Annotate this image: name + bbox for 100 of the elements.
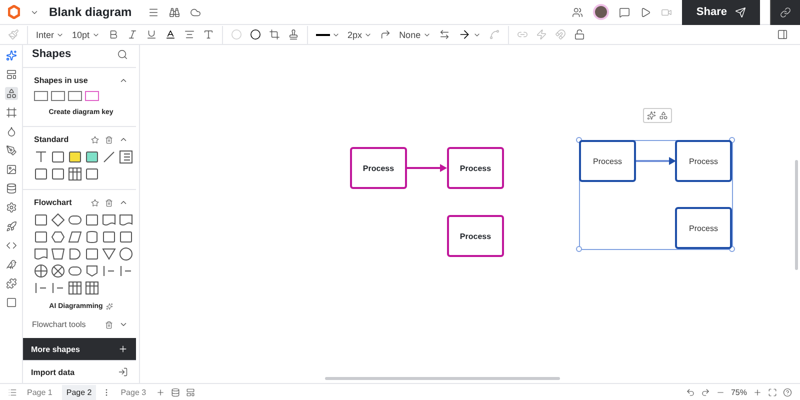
page-tab[interactable]: Page 3 (116, 384, 150, 400)
settings-icon[interactable] (4, 201, 18, 214)
star-icon[interactable] (91, 136, 99, 144)
line-width-field[interactable]: 2px (348, 30, 372, 40)
text-size-icon[interactable] (202, 29, 214, 40)
trash-icon[interactable] (105, 198, 113, 206)
shape-icon[interactable] (34, 213, 48, 227)
undo-icon[interactable] (686, 388, 695, 396)
canvas[interactable]: Process Process Process Process Process Process (140, 45, 800, 383)
help-icon[interactable] (783, 388, 792, 396)
shape-icon[interactable] (51, 91, 65, 101)
shape-icon[interactable] (85, 150, 99, 164)
shape-icon[interactable] (68, 281, 82, 295)
document-title[interactable]: Blank diagram (49, 5, 132, 19)
list-icon[interactable] (8, 388, 17, 396)
chevron-up-icon[interactable] (119, 198, 128, 207)
section-title[interactable]: Standard (34, 135, 85, 144)
font-size-dropdown[interactable]: 10pt (72, 30, 100, 40)
shapes-icon[interactable] (659, 111, 668, 120)
more-shapes-button[interactable]: More shapes (23, 338, 136, 360)
bird-icon[interactable] (4, 258, 18, 271)
zoom-level[interactable]: 75% (730, 388, 747, 396)
binoculars-icon[interactable] (168, 6, 180, 18)
template-icon[interactable] (4, 68, 18, 81)
section-title[interactable]: Shapes in use (34, 76, 113, 85)
zoom-in-icon[interactable] (753, 388, 762, 396)
shape-icon[interactable] (85, 230, 99, 244)
add-page-icon[interactable] (156, 388, 166, 396)
stamp-icon[interactable] (288, 29, 299, 40)
trash-icon[interactable] (105, 320, 113, 328)
database-icon[interactable] (171, 388, 180, 396)
line-start-dropdown[interactable]: None (399, 30, 431, 40)
shape-icon[interactable] (68, 230, 82, 244)
shape-icon[interactable] (85, 167, 99, 181)
shape-icon[interactable] (34, 167, 48, 181)
redo-icon[interactable] (700, 388, 710, 396)
shape-icon[interactable] (51, 230, 65, 244)
shape-icon[interactable] (68, 91, 82, 101)
shape-icon[interactable] (119, 247, 133, 261)
pen-icon[interactable] (4, 144, 18, 157)
swap-icon[interactable] (438, 29, 450, 40)
shape-icon[interactable] (102, 230, 116, 244)
border-circle-icon[interactable] (250, 29, 261, 40)
sparkle-icon[interactable] (647, 111, 656, 120)
comment-icon[interactable] (619, 6, 630, 18)
play-icon[interactable] (640, 6, 652, 18)
logo-icon[interactable] (8, 5, 20, 19)
shape-icon[interactable] (34, 281, 48, 295)
page-tab[interactable]: Page 1 (23, 384, 56, 400)
unlock-icon[interactable] (574, 29, 585, 40)
shape-icon[interactable] (85, 264, 99, 278)
sparkle-icon[interactable] (4, 49, 18, 62)
search-icon[interactable] (117, 48, 128, 60)
users-icon[interactable] (572, 6, 584, 18)
align-icon[interactable] (184, 29, 195, 40)
puzzle-icon[interactable] (4, 277, 18, 290)
shape-icon[interactable] (68, 167, 82, 181)
cloud-icon[interactable] (190, 6, 201, 18)
section-title[interactable]: Flowchart (34, 198, 85, 207)
square-icon[interactable] (4, 296, 18, 309)
shape-icon[interactable] (51, 150, 65, 164)
shape-icon[interactable] (85, 247, 99, 261)
share-button[interactable]: Share (682, 0, 760, 24)
shape-icon[interactable] (68, 247, 82, 261)
shape-icon[interactable] (51, 281, 65, 295)
link-button[interactable] (770, 0, 800, 24)
shape-icon[interactable] (119, 213, 133, 227)
database-icon[interactable] (4, 182, 18, 195)
shape-icon[interactable] (119, 230, 133, 244)
shape-icon[interactable] (119, 264, 133, 278)
line-end-dropdown[interactable] (458, 28, 481, 41)
shape-icon[interactable] (51, 167, 65, 181)
chevron-up-icon[interactable] (119, 135, 128, 144)
horizontal-scrollbar[interactable] (325, 377, 560, 380)
frame-icon[interactable] (4, 106, 18, 119)
menu-icon[interactable] (148, 6, 159, 18)
rocket-icon[interactable] (4, 220, 18, 233)
shape-icon[interactable] (34, 264, 48, 278)
font-dropdown[interactable]: Inter (36, 30, 64, 40)
shape-icon[interactable] (51, 247, 65, 261)
shape-icon[interactable] (102, 247, 116, 261)
shape-icon[interactable] (68, 213, 82, 227)
text-color-icon[interactable] (164, 29, 176, 40)
fullscreen-icon[interactable] (768, 388, 777, 396)
shape-icon[interactable] (102, 150, 116, 164)
layers-icon[interactable] (186, 388, 196, 396)
shapes-icon[interactable] (4, 87, 18, 100)
panel-icon[interactable] (777, 29, 788, 40)
bold-icon[interactable] (108, 29, 119, 40)
shape-icon[interactable] (85, 213, 99, 227)
shape-icon[interactable] (51, 264, 65, 278)
vertical-scrollbar[interactable] (795, 160, 798, 270)
chevron-down-icon[interactable] (119, 320, 128, 329)
trash-icon[interactable] (105, 136, 113, 144)
shape-icon[interactable] (34, 91, 48, 101)
shape-icon[interactable] (51, 213, 65, 227)
avatar[interactable] (593, 4, 610, 20)
star-icon[interactable] (91, 198, 99, 206)
shape-icon[interactable] (85, 281, 99, 295)
shape-icon[interactable] (102, 213, 116, 227)
